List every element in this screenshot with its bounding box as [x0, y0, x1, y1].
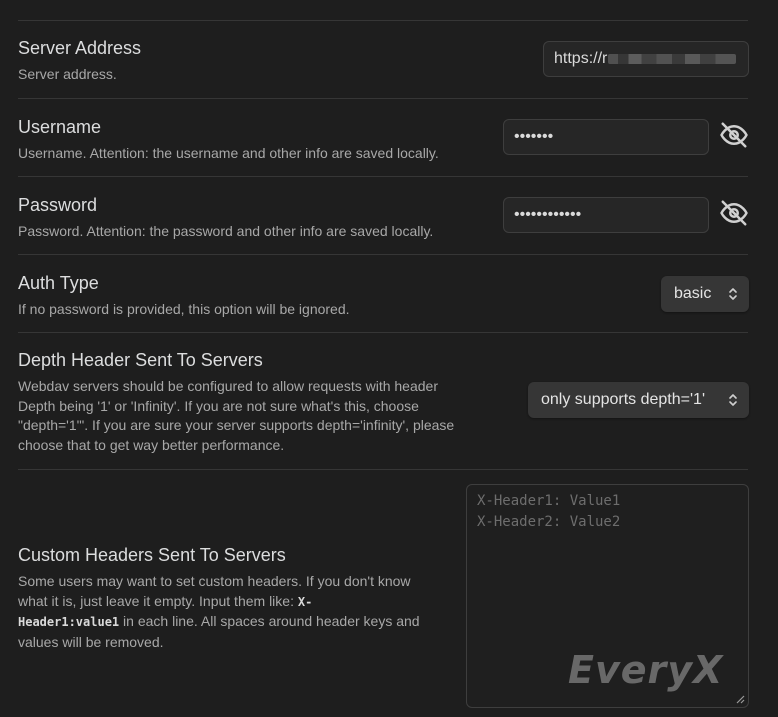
- placeholder-line: X-Header2: Value2: [477, 514, 621, 530]
- password-value: ••••••••••••: [514, 206, 582, 223]
- setting-info: Username Username. Attention: the userna…: [18, 116, 439, 164]
- setting-name: Server Address: [18, 38, 142, 58]
- setting-description: Webdav servers should be configured to a…: [18, 377, 454, 455]
- setting-description: Some users may want to set custom header…: [18, 572, 420, 652]
- redacted-blur: [608, 54, 737, 64]
- setting-info: Depth Header Sent To Servers Webdav serv…: [18, 349, 454, 455]
- depth-header-selected: only supports depth='1': [541, 391, 705, 408]
- desc-line: choose that to get way better performanc…: [18, 436, 285, 453]
- desc-line: Header1:value1 in each line. All spaces …: [18, 612, 420, 633]
- desc-line: Some users may want to set custom header…: [18, 573, 411, 589]
- auth-type-selected: basic: [674, 285, 712, 302]
- chevron-up-down-icon: [729, 288, 737, 300]
- setting-description: Password. Attention: the password and ot…: [18, 223, 434, 239]
- setting-description: Username. Attention: the username and ot…: [18, 145, 439, 161]
- chevron-up-down-icon: [729, 394, 737, 406]
- desc-text: in each line. All spaces around header k…: [119, 613, 420, 629]
- resize-handle-icon[interactable]: [736, 695, 745, 704]
- setting-info: Password Password. Attention: the passwo…: [18, 194, 433, 242]
- code-snippet: X-: [297, 594, 313, 609]
- username-value: •••••••: [514, 128, 554, 145]
- watermark-logo: EveryX: [568, 648, 724, 692]
- setting-info: Custom Headers Sent To Servers Some user…: [18, 544, 420, 652]
- desc-text: what it is, just leave it empty. Input t…: [18, 592, 298, 609]
- setting-name: Depth Header Sent To Servers: [18, 350, 263, 370]
- setting-name: Custom Headers Sent To Servers: [18, 545, 286, 565]
- setting-name: Auth Type: [18, 273, 99, 293]
- setting-server-address: Server Address Server address. https://r: [18, 20, 749, 99]
- password-input[interactable]: ••••••••••••: [503, 197, 709, 233]
- desc-line: Webdav servers should be configured to a…: [18, 378, 438, 394]
- desc-line: values will be removed.: [18, 633, 164, 650]
- depth-header-select[interactable]: only supports depth='1': [528, 382, 749, 418]
- setting-info: Auth Type If no password is provided, th…: [18, 272, 350, 320]
- code-snippet: Header1:value1: [18, 615, 120, 629]
- setting-username: Username Username. Attention: the userna…: [18, 99, 748, 177]
- desc-line: what it is, just leave it empty. Input t…: [18, 592, 420, 613]
- auth-type-select[interactable]: basic: [661, 276, 749, 312]
- setting-auth-type: Auth Type If no password is provided, th…: [18, 255, 749, 333]
- placeholder-line: X-Header1: Value1: [477, 493, 621, 509]
- setting-info: Server Address Server address.: [18, 37, 141, 85]
- setting-description: Server address.: [18, 66, 117, 82]
- desc-line: Depth being '1' or 'Infinity'. If you ar…: [18, 397, 419, 414]
- setting-description: If no password is provided, this option …: [18, 301, 350, 317]
- eye-off-icon[interactable]: [719, 120, 749, 150]
- setting-depth-header: Depth Header Sent To Servers Webdav serv…: [18, 333, 749, 470]
- desc-line: "depth='1'". If you are sure your server…: [18, 417, 455, 433]
- setting-password: Password Password. Attention: the passwo…: [18, 177, 748, 255]
- setting-name: Password: [18, 195, 98, 215]
- username-input[interactable]: •••••••: [503, 119, 709, 155]
- server-address-value: https://r: [554, 50, 608, 67]
- server-address-input[interactable]: https://r: [543, 41, 749, 77]
- setting-name: Username: [18, 117, 102, 137]
- eye-off-icon[interactable]: [719, 198, 749, 228]
